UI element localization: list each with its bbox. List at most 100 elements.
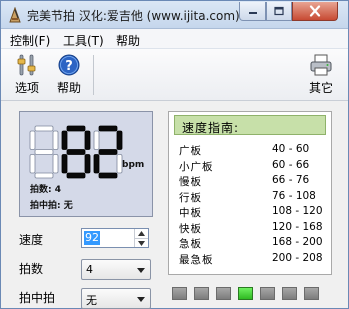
options-button[interactable]: 选项 [9,53,45,99]
digit-segment [84,130,91,150]
tempo-spinbox[interactable]: 92 [81,228,149,248]
title-bar[interactable]: 完美节拍 汉化:爱吉他 (www.ijita.com) [1,1,348,29]
menu-bar: 控制(F) 工具(T) 帮助 [1,29,348,49]
digit-segment [116,130,123,150]
digit-segment [34,125,54,132]
tempo-range: 200 - 208 [272,251,323,264]
other-button[interactable]: 其它 [303,53,339,99]
tempo-range: 108 - 120 [272,205,323,217]
arrow-down-icon [138,241,145,246]
tempo-range: 40 - 60 [272,143,310,155]
beat-light-active [238,287,253,300]
close-icon [309,5,321,17]
beats-value: 4 [86,263,93,276]
tempo-guide-panel: 速度指南: 广板 40 - 60 小广板 60 - 66 慢板 66 - 76 行板 76 -… [168,111,332,275]
beat-light [260,287,275,300]
tempo-guide-row: 急板 168 - 200 [179,236,329,250]
digit-segment [34,172,54,179]
digit-segment [84,154,91,174]
help-button[interactable]: ? 帮助 [51,53,87,99]
tempo-guide-row: 小广板 60 - 66 [179,158,329,173]
digit-segment [61,130,68,150]
tempo-range: 76 - 108 [272,189,316,202]
close-button[interactable] [292,2,338,21]
digit-segment [66,172,86,179]
tempo-name: 行板 [179,191,202,204]
subdivision-select[interactable]: 无 [81,288,151,309]
tempo-guide-row: 慢板 66 - 76 [179,174,329,188]
digit-segment [66,149,86,155]
window-title: 完美节拍 汉化:爱吉他 (www.ijita.com) [27,9,240,23]
maximize-button[interactable] [266,2,292,21]
digit-segment [93,154,100,174]
digit-segment [29,130,36,150]
beat-light [172,287,187,300]
tempo-guide-title: 速度指南: [182,121,240,135]
beat-light [216,287,231,300]
app-icon [9,7,21,23]
tempo-guide-row: 中板 108 - 120 [179,205,329,219]
tempo-display: bpm 拍数: 4 拍中拍: 无 [19,111,153,217]
arrow-up-icon [138,231,145,236]
digit-segment [66,125,86,132]
tempo-guide-row: 行板 76 - 108 [179,189,329,204]
tempo-spin-buttons [134,229,148,247]
digit-segment [29,154,36,174]
minimize-icon [248,12,257,14]
digit-segment [98,149,118,155]
menu-tools[interactable]: 工具(T) [63,32,104,49]
bpm-unit: bpm [122,160,145,170]
digit-segment [52,130,59,150]
digit-segment [52,154,59,174]
other-label: 其它 [308,81,333,95]
tempo-range: 168 - 200 [272,236,323,248]
tempo-name: 小广板 [179,160,214,173]
digit-segment [98,172,118,179]
tempo-label: 速度 [19,233,44,247]
menu-help[interactable]: 帮助 [116,32,140,49]
tempo-name: 急板 [179,238,202,250]
options-label: 选项 [14,81,39,95]
tempo-guide-row: 快板 120 - 168 [179,220,329,235]
subdivision-label: 拍中拍 [19,291,56,305]
tempo-name: 最急板 [179,253,214,266]
digit-segment [61,154,68,174]
tempo-decrease-button[interactable] [135,238,148,247]
tempo-guide-header: 速度指南: [174,115,326,135]
help-label: 帮助 [56,81,81,95]
digit-segment [98,125,118,132]
tempo-increase-button[interactable] [135,229,148,238]
toolbar: 选项 ? 帮助 其它 [1,49,348,101]
beat-light [304,287,319,300]
subdivision-readout: 拍中拍: 无 [30,201,73,211]
beats-readout: 拍数: 4 [30,185,61,195]
metronome-window: 完美节拍 汉化:爱吉他 (www.ijita.com) 控制(F) 工具(T) … [0,0,349,309]
tempo-digits [29,125,123,179]
toolbar-separator [93,55,94,95]
minimize-button[interactable] [239,2,266,21]
svg-text:?: ? [65,59,73,74]
beat-light [282,287,297,300]
beat-light [194,287,209,300]
options-icon [17,54,36,76]
tempo-guide-row: 最急板 200 - 208 [179,251,329,266]
maximize-icon [274,6,284,16]
chevron-down-icon [137,297,145,302]
tempo-name: 中板 [179,207,202,219]
tempo-name: 慢板 [179,176,202,188]
subdivision-value: 无 [86,294,97,307]
help-icon: ? [58,54,80,76]
digit-segment [93,130,100,150]
menu-control[interactable]: 控制(F) [10,32,50,49]
printer-icon [310,54,332,76]
tempo-guide-row: 广板 40 - 60 [179,143,329,157]
beats-select[interactable]: 4 [81,259,151,280]
digit-segment [34,149,54,155]
tempo-range: 66 - 76 [272,174,310,186]
tempo-value[interactable]: 92 [84,231,100,245]
tempo-name: 广板 [179,145,202,157]
tempo-range: 120 - 168 [272,220,323,233]
tempo-range: 60 - 66 [272,158,310,171]
tempo-name: 快板 [179,222,202,235]
chevron-down-icon [137,268,145,273]
